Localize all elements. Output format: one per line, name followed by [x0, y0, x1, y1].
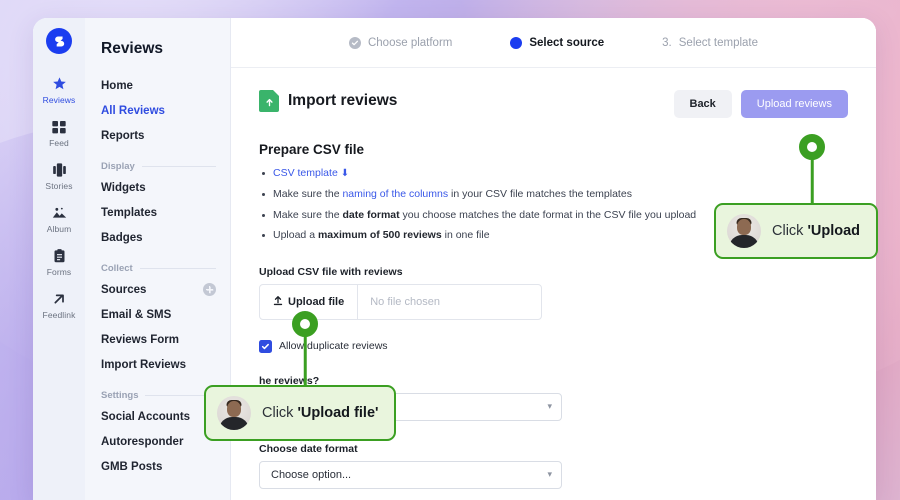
rail-label: Album: [46, 224, 72, 234]
sidebar-item-home[interactable]: Home: [101, 73, 230, 98]
coachmark-target: 'Upload file': [297, 405, 379, 421]
chevron-down-icon: ▾: [547, 469, 552, 480]
sidebar-item-all-reviews[interactable]: All Reviews: [101, 98, 230, 123]
coachmark-text: Click 'Upload: [772, 223, 860, 239]
section-title: Prepare CSV file: [259, 142, 365, 157]
rail-item-forms[interactable]: Forms: [33, 240, 85, 283]
rail-item-reviews[interactable]: Reviews: [33, 68, 85, 111]
upload-reviews-connector: [799, 134, 825, 204]
avatar: [727, 214, 761, 248]
star-icon: [51, 75, 68, 92]
clipboard-icon: [52, 247, 67, 264]
connector-ring: [799, 134, 825, 160]
upload-field-label: Upload CSV file with reviews: [259, 265, 403, 278]
sidebar-item-templates[interactable]: Templates: [101, 200, 230, 225]
file-name-display: No file chosen: [370, 295, 440, 308]
sidebar-group-display: Display: [101, 161, 216, 172]
download-icon[interactable]: ⬇: [341, 168, 349, 179]
text-bold: date format: [342, 208, 400, 221]
rail-item-album[interactable]: Album: [33, 197, 85, 240]
rail-label: Feedlink: [42, 310, 76, 320]
divider: [141, 166, 216, 167]
coachmark-prefix: Click: [262, 405, 298, 421]
step-choose-platform[interactable]: Choose platform: [348, 36, 453, 49]
active-dot-icon: [510, 36, 523, 49]
text: Make sure the: [273, 208, 343, 221]
app-window: Reviews Feed Stories Album Forms Feedlin…: [33, 18, 876, 500]
rail-item-stories[interactable]: Stories: [33, 154, 85, 197]
page-title-wrap: Import reviews: [259, 90, 397, 112]
list-item: Make sure the naming of the columns in y…: [259, 187, 848, 202]
sidebar-group-label: Settings: [101, 390, 139, 401]
divider: [139, 268, 216, 269]
sidebar-row-sources: Sources: [101, 277, 230, 302]
grid-icon: [51, 118, 67, 135]
sidebar-item-widgets[interactable]: Widgets: [101, 175, 230, 200]
reviews-logo-icon[interactable]: [46, 28, 72, 54]
text: in one file: [441, 229, 490, 242]
page-title: Import reviews: [288, 92, 398, 109]
sidebar-item-email-sms[interactable]: Email & SMS: [101, 302, 230, 327]
rail-label: Reviews: [42, 95, 76, 105]
upload-arrow-icon: [273, 295, 283, 309]
sidebar-item-reviews-form[interactable]: Reviews Form: [101, 327, 230, 352]
text: Upload a: [273, 229, 318, 242]
step-select-template[interactable]: 3. Select template: [662, 37, 758, 49]
sidebar-group-collect: Collect: [101, 263, 216, 274]
date-format-label: Choose date format: [259, 442, 358, 455]
coachmark-text: Click 'Upload file': [262, 405, 378, 421]
sidebar-group-settings: Settings: [101, 390, 216, 401]
sidebar-item-import-reviews[interactable]: Import Reviews: [101, 352, 230, 377]
file-upload-icon: [259, 90, 279, 112]
plus-icon[interactable]: [203, 283, 216, 296]
back-button[interactable]: Back: [673, 90, 732, 118]
allow-duplicates-row: Allow duplicate reviews: [259, 339, 848, 353]
rail-label: Stories: [45, 181, 73, 191]
list-item: CSV template ⬇: [259, 166, 848, 182]
text: you choose matches the date format in th…: [399, 208, 697, 221]
sidebar-group-label: Collect: [101, 263, 133, 274]
upload-file-coachmark[interactable]: Click 'Upload file': [204, 385, 397, 441]
sidebar-item-sources[interactable]: Sources: [101, 277, 203, 302]
step-label: Select template: [678, 36, 759, 49]
sidebar-item-badges[interactable]: Badges: [101, 225, 230, 250]
step-select-source[interactable]: Select source: [510, 36, 605, 49]
image-icon: [51, 204, 68, 221]
icon-rail: Reviews Feed Stories Album Forms Feedlin…: [33, 18, 85, 500]
sidebar-item-gmb-posts[interactable]: GMB Posts: [101, 454, 230, 479]
sidebar-title: Reviews: [101, 40, 164, 57]
naming-of-columns-link[interactable]: naming of the columns: [342, 188, 448, 200]
avatar: [217, 396, 251, 430]
rail-item-feedlink[interactable]: Feedlink: [33, 283, 85, 326]
sidebar-item-reports[interactable]: Reports: [101, 123, 230, 148]
csv-template-link[interactable]: CSV template: [273, 167, 341, 179]
text: in your CSV file matches the templates: [448, 188, 632, 200]
rail-item-feed[interactable]: Feed: [33, 111, 85, 154]
step-number: 3.: [662, 36, 672, 49]
step-label: Select source: [529, 36, 605, 49]
arrow-up-right-icon: [51, 290, 67, 307]
rail-label: Feed: [49, 138, 69, 148]
stories-icon: [51, 161, 68, 178]
step-navigation: Choose platform Select source 3. Select …: [231, 18, 876, 68]
upload-reviews-button[interactable]: Upload reviews: [740, 90, 848, 118]
date-format-select[interactable]: Choose option... ▾: [259, 460, 562, 489]
connector-ring: [292, 311, 318, 337]
upload-reviews-coachmark[interactable]: Click 'Upload: [714, 203, 879, 259]
check-circle-icon: [348, 36, 361, 49]
text: Make sure the: [273, 188, 343, 200]
step-label: Choose platform: [367, 36, 453, 49]
coachmark-target: 'Upload: [807, 223, 861, 239]
rail-label: Forms: [46, 267, 72, 277]
allow-duplicates-checkbox[interactable]: [259, 339, 272, 353]
chevron-down-icon: ▾: [547, 401, 552, 412]
sidebar-group-label: Display: [101, 161, 135, 172]
upload-file-label: Upload file: [288, 295, 345, 308]
date-format-value: Choose option...: [271, 468, 352, 481]
header-row: Import reviews Back Upload reviews: [259, 90, 848, 118]
upload-file-connector: [292, 311, 318, 389]
coachmark-prefix: Click: [772, 223, 808, 239]
action-buttons: Back Upload reviews: [673, 90, 848, 118]
text-bold: maximum of 500 reviews: [317, 229, 442, 242]
